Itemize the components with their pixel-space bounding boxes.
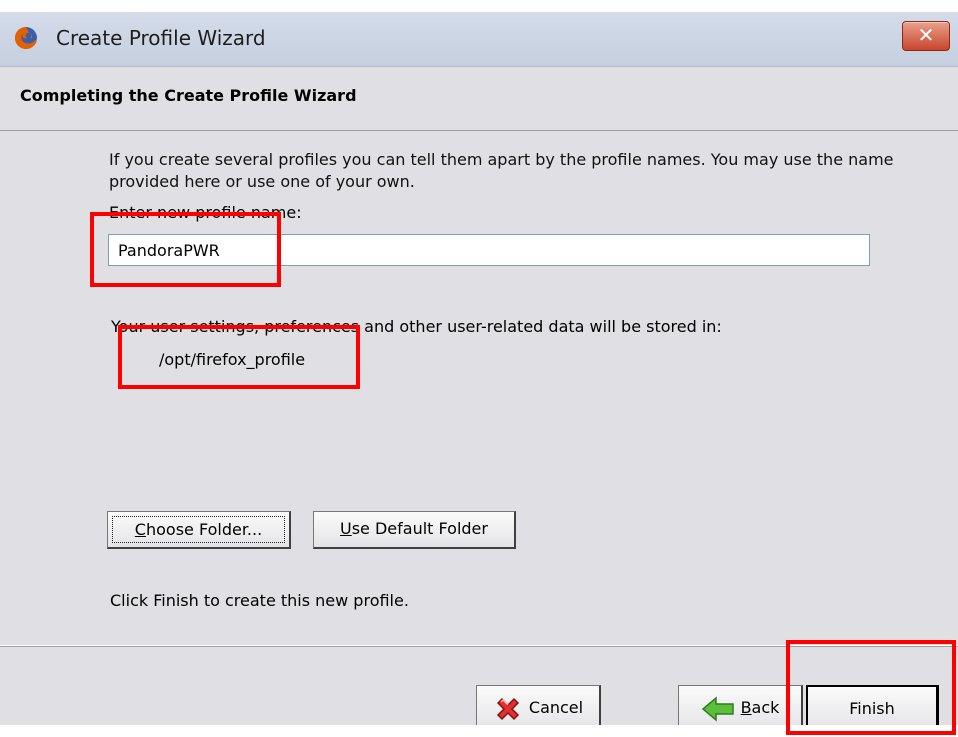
wizard-footer: Cancel Back Finish	[0, 646, 958, 725]
back-accel: B	[740, 698, 752, 717]
wizard-header: Completing the Create Profile Wizard	[0, 67, 958, 131]
back-arrow-icon	[701, 695, 734, 722]
page-title: Completing the Create Profile Wizard	[20, 86, 357, 105]
title-bar: Create Profile Wizard ✕	[0, 12, 958, 67]
storage-location-label: Your user settings, preferences and othe…	[111, 317, 722, 336]
description-text: If you create several profiles you can t…	[109, 150, 894, 191]
wizard-content: If you create several profiles you can t…	[0, 131, 958, 646]
use-default-folder-button[interactable]: Use Default Folder	[313, 511, 516, 549]
default-folder-accel: U	[340, 519, 352, 538]
back-button[interactable]: Back	[678, 685, 803, 725]
firefox-icon	[15, 27, 37, 49]
close-button[interactable]: ✕	[902, 21, 950, 51]
focus-ring: Choose Folder...	[112, 516, 285, 543]
profile-name-input[interactable]	[108, 234, 870, 266]
cancel-button[interactable]: Cancel	[476, 685, 601, 725]
cancel-label: Cancel	[528, 698, 584, 717]
default-folder-label: se Default Folder	[351, 519, 488, 538]
choose-folder-label: hoose Folder...	[145, 520, 263, 539]
finish-instruction-text: Click Finish to create this new profile.	[110, 591, 409, 610]
cancel-x-icon	[496, 697, 519, 720]
window-title: Create Profile Wizard	[56, 26, 266, 50]
back-label: ack	[751, 698, 780, 717]
choose-folder-button[interactable]: Choose Folder...	[107, 511, 291, 549]
create-profile-wizard-window: Create Profile Wizard ✕ Completing the C…	[0, 12, 958, 725]
profile-name-label: Enter new profile name:	[109, 203, 302, 222]
choose-folder-accel: C	[134, 520, 146, 539]
storage-path-text: /opt/firefox_profile	[159, 350, 306, 369]
finish-button[interactable]: Finish	[806, 685, 939, 725]
